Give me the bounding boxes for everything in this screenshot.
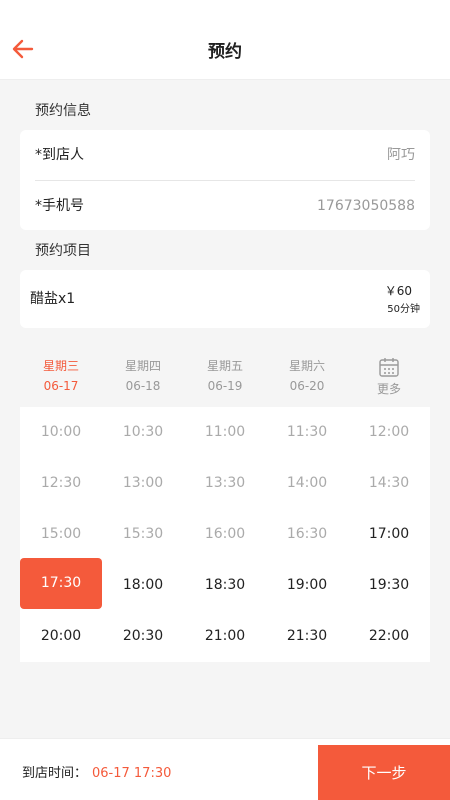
time-slot: 13:00 <box>122 475 164 491</box>
booking-project-title: 预约项目 <box>35 243 91 259</box>
time-slot[interactable]: 17:00 <box>348 509 430 560</box>
time-slot: 12:30 <box>40 475 82 491</box>
day-tab-06-18[interactable]: 星期四 06-18 <box>102 350 184 406</box>
day-tab-date: 06-18 <box>125 379 161 393</box>
footer-bar: 到店时间： 06-17 17:30 下一步 <box>0 738 450 800</box>
arrival-time-value: 06-17 17:30 <box>92 766 172 781</box>
phone-label: *手机号 <box>35 198 84 214</box>
phone-value[interactable]: 17673050588 <box>317 195 415 217</box>
day-tab-week: 星期四 <box>124 359 161 373</box>
day-tab-06-20[interactable]: 星期六 06-20 <box>266 350 348 406</box>
day-tab-06-17[interactable]: 星期三 06-17 <box>20 350 102 406</box>
time-slot[interactable]: 17:30 <box>20 558 102 609</box>
time-slot[interactable]: 18:00 <box>102 560 184 611</box>
time-slot[interactable]: 22:00 <box>348 611 430 662</box>
time-slot[interactable]: 20:00 <box>20 611 102 662</box>
day-tab-date: 06-19 <box>207 379 243 393</box>
booking-info-card: *到店人 阿巧 *手机号 17673050588 <box>20 130 430 230</box>
time-slot: 12:00 <box>368 424 410 440</box>
day-tab-week: 星期三 <box>42 359 79 373</box>
time-slot: 16:30 <box>286 526 328 542</box>
service-price: ￥60 <box>384 284 412 298</box>
visitor-name-value[interactable]: 阿巧 <box>387 144 415 166</box>
time-slot: 11:30 <box>286 424 328 440</box>
time-slot[interactable]: 19:30 <box>348 560 430 611</box>
day-tab-date: 06-20 <box>289 379 325 393</box>
more-dates-button[interactable]: 更多 <box>348 350 430 406</box>
day-tabs: 星期三 06-17 星期四 06-18 星期五 06-19 星期六 06-20 更多 <box>20 350 430 406</box>
day-tab-06-19[interactable]: 星期五 06-19 <box>184 350 266 406</box>
time-slot[interactable]: 18:30 <box>184 560 266 611</box>
time-slot-grid: 10:00 10:30 11:00 11:30 12:00 12:30 13:00 13:30… <box>20 407 430 662</box>
time-slot[interactable]: 21:30 <box>266 611 348 662</box>
time-slot: 14:30 <box>368 475 410 491</box>
service-duration: 50分钟 <box>387 304 420 315</box>
time-slot: 14:00 <box>286 475 328 491</box>
time-slot: 11:00 <box>204 424 246 440</box>
day-tab-week: 星期五 <box>206 359 243 373</box>
next-step-button[interactable]: 下一步 <box>318 745 450 800</box>
time-slot: 15:30 <box>122 526 164 542</box>
booking-info-title: 预约信息 <box>35 103 91 119</box>
visitor-name-label: *到店人 <box>35 147 84 163</box>
time-slot: 13:30 <box>204 475 246 491</box>
day-tab-week: 星期六 <box>288 359 325 373</box>
time-slot[interactable]: 19:00 <box>266 560 348 611</box>
app-header: 预约 <box>0 0 450 80</box>
page-title: 预约 <box>208 42 242 62</box>
service-card: 醋盐x1 ￥60 50分钟 <box>20 270 430 328</box>
arrival-time-label: 到店时间： <box>22 766 88 781</box>
time-slot[interactable]: 20:30 <box>102 611 184 662</box>
time-slot[interactable]: 21:00 <box>184 611 266 662</box>
day-tab-date: 06-17 <box>43 379 79 393</box>
time-slot: 10:30 <box>122 424 164 440</box>
time-slot: 15:00 <box>40 526 82 542</box>
visitor-name-row[interactable]: *到店人 阿巧 <box>35 130 415 180</box>
service-name: 醋盐x1 <box>30 291 76 307</box>
more-label: 更多 <box>376 382 401 396</box>
calendar-icon <box>379 358 399 377</box>
time-slot: 16:00 <box>204 526 246 542</box>
time-slot: 10:00 <box>40 424 82 440</box>
phone-row[interactable]: *手机号 17673050588 <box>35 181 415 231</box>
